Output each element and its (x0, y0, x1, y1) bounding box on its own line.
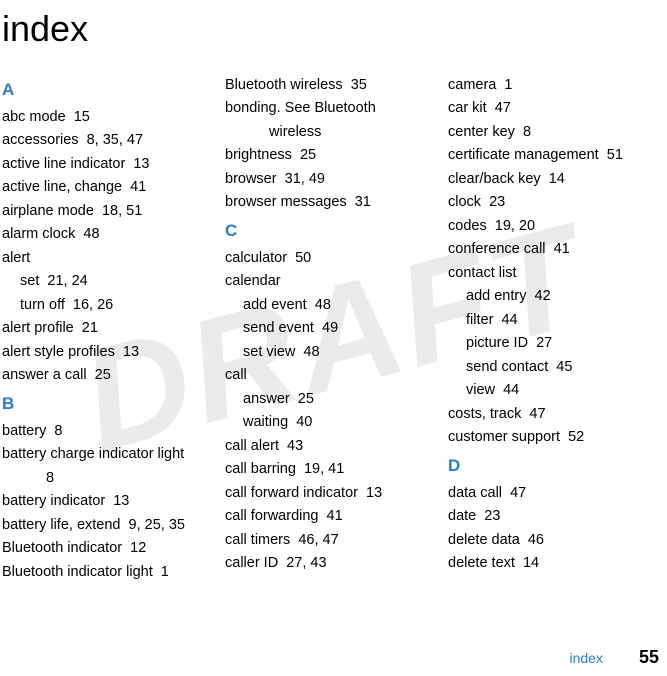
index-subentry: picture ID 27 (448, 332, 663, 355)
index-entry: calendar (225, 270, 440, 293)
index-entry: alert style profiles 13 (2, 341, 217, 364)
index-entry: Bluetooth indicator light 1 (2, 561, 217, 584)
index-entry: bonding. See Bluetoothwireless (225, 97, 440, 144)
index-entry: browser 31, 49 (225, 168, 440, 191)
index-entry: alarm clock 48 (2, 223, 217, 246)
index-entry: call timers 46, 47 (225, 529, 440, 552)
index-entry: call (225, 364, 440, 387)
index-entry: battery charge indicator light8 (2, 443, 217, 490)
index-subentry: answer 25 (225, 388, 440, 411)
index-entry: certificate management 51 (448, 144, 663, 167)
index-entry: call barring 19, 41 (225, 458, 440, 481)
index-entry: clock 23 (448, 191, 663, 214)
page: DRAFT index Aabc mode 15accessories 8, 3… (0, 0, 667, 676)
index-columns: Aabc mode 15accessories 8, 35, 47active … (0, 74, 667, 584)
index-entry: alert (2, 247, 217, 270)
index-subentry: send event 49 (225, 317, 440, 340)
index-entry: date 23 (448, 505, 663, 528)
index-entry: Bluetooth wireless 35 (225, 74, 440, 97)
index-entry: clear/back key 14 (448, 168, 663, 191)
index-column-1: Aabc mode 15accessories 8, 35, 47active … (0, 74, 225, 584)
footer-label: index (570, 650, 603, 666)
index-entry: abc mode 15 (2, 106, 217, 129)
index-entry: accessories 8, 35, 47 (2, 129, 217, 152)
index-entry: battery life, extend 9, 25, 35 (2, 514, 217, 537)
page-title: index (2, 8, 667, 50)
footer: index 55 (570, 647, 660, 668)
index-subentry: send contact 45 (448, 356, 663, 379)
index-entry: battery indicator 13 (2, 490, 217, 513)
index-letter: A (2, 80, 217, 100)
index-subentry: set view 48 (225, 341, 440, 364)
index-entry: browser messages 31 (225, 191, 440, 214)
index-entry: delete data 46 (448, 529, 663, 552)
index-subentry: add event 48 (225, 294, 440, 317)
index-entry: data call 47 (448, 482, 663, 505)
index-entry: contact list (448, 262, 663, 285)
index-entry: delete text 14 (448, 552, 663, 575)
index-entry: brightness 25 (225, 144, 440, 167)
index-entry: answer a call 25 (2, 364, 217, 387)
index-column-3: camera 1car kit 47center key 8certificat… (448, 74, 667, 584)
index-entry: caller ID 27, 43 (225, 552, 440, 575)
index-entry: Bluetooth indicator 12 (2, 537, 217, 560)
index-subentry: waiting 40 (225, 411, 440, 434)
index-entry: costs, track 47 (448, 403, 663, 426)
index-subentry: filter 44 (448, 309, 663, 332)
index-entry: codes 19, 20 (448, 215, 663, 238)
index-entry: camera 1 (448, 74, 663, 97)
footer-page-number: 55 (639, 647, 659, 668)
index-entry: alert profile 21 (2, 317, 217, 340)
index-entry: airplane mode 18, 51 (2, 200, 217, 223)
index-entry: call forward indicator 13 (225, 482, 440, 505)
index-subentry: turn off 16, 26 (2, 294, 217, 317)
index-entry: active line, change 41 (2, 176, 217, 199)
index-entry: center key 8 (448, 121, 663, 144)
index-entry: calculator 50 (225, 247, 440, 270)
index-entry: conference call 41 (448, 238, 663, 261)
index-subentry: view 44 (448, 379, 663, 402)
index-letter: B (2, 394, 217, 414)
index-entry: active line indicator 13 (2, 153, 217, 176)
index-column-2: Bluetooth wireless 35bonding. See Blueto… (225, 74, 448, 584)
index-entry: call alert 43 (225, 435, 440, 458)
index-letter: C (225, 221, 440, 241)
index-entry: call forwarding 41 (225, 505, 440, 528)
index-entry: car kit 47 (448, 97, 663, 120)
index-letter: D (448, 456, 663, 476)
index-subentry: add entry 42 (448, 285, 663, 308)
index-entry: battery 8 (2, 420, 217, 443)
index-subentry: set 21, 24 (2, 270, 217, 293)
index-entry: customer support 52 (448, 426, 663, 449)
